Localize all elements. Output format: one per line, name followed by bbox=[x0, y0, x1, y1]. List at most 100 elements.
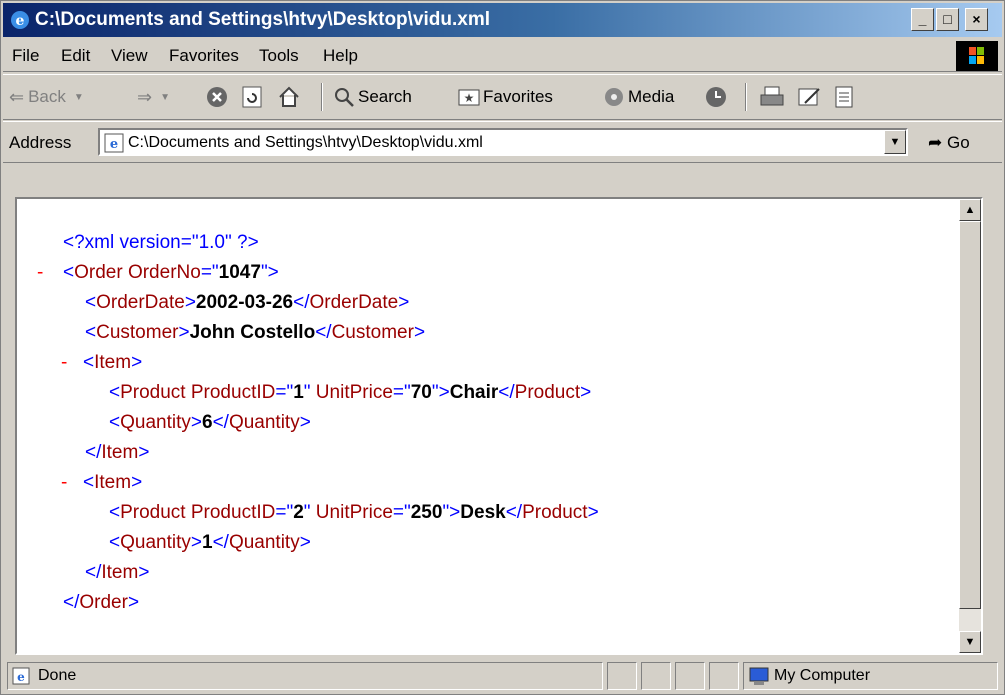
address-bar: Address e C:\Documents and Settings\htvy… bbox=[3, 121, 1002, 163]
menu-favorites[interactable]: Favorites bbox=[169, 46, 239, 66]
refresh-button[interactable] bbox=[241, 83, 263, 111]
chevron-down-icon: ▼ bbox=[964, 636, 976, 648]
go-label: Go bbox=[946, 133, 970, 152]
back-label: Back bbox=[28, 87, 66, 106]
chevron-down-icon: ▼ bbox=[73, 91, 84, 103]
address-dropdown-button[interactable]: ▼ bbox=[884, 130, 906, 154]
status-text: Done bbox=[38, 667, 77, 684]
svg-text:★: ★ bbox=[464, 91, 475, 105]
stop-button[interactable] bbox=[205, 83, 229, 111]
back-icon: ⇐ bbox=[9, 86, 25, 107]
xml-item-open: - <Item> bbox=[61, 469, 142, 497]
menu-view[interactable]: View bbox=[111, 46, 148, 66]
forward-button[interactable]: ⇒ ▼ bbox=[137, 83, 170, 111]
xml-item-close: </Item> bbox=[85, 442, 150, 463]
go-button[interactable]: ➦ Go bbox=[928, 133, 970, 153]
order-date: 2002-03-26 bbox=[195, 292, 294, 313]
windows-logo-icon bbox=[956, 41, 998, 71]
menu-tools[interactable]: Tools bbox=[259, 46, 299, 66]
status-zone: My Computer bbox=[743, 662, 998, 690]
go-arrow-icon: ➦ bbox=[928, 133, 943, 152]
customer-name: John Costello bbox=[189, 322, 316, 343]
menu-file[interactable]: File bbox=[12, 46, 39, 66]
address-label: Address bbox=[9, 133, 72, 152]
svg-text:e: e bbox=[16, 13, 25, 29]
address-value: C:\Documents and Settings\htvy\Desktop\v… bbox=[128, 134, 483, 151]
status-pane bbox=[709, 662, 739, 690]
status-bar: e Done My Computer bbox=[3, 659, 1002, 693]
ie-icon: e bbox=[104, 133, 124, 153]
maximize-button[interactable]: □ bbox=[936, 8, 959, 31]
chevron-down-icon: ▼ bbox=[160, 91, 170, 103]
stop-icon bbox=[207, 87, 227, 107]
favorites-label: Favorites bbox=[483, 87, 553, 106]
search-button[interactable]: Search bbox=[333, 83, 412, 111]
document-view: <?xml version="1.0" ?> - <Order OrderNo=… bbox=[15, 197, 983, 655]
scroll-thumb[interactable] bbox=[959, 221, 981, 609]
menu-help[interactable]: Help bbox=[323, 46, 358, 66]
collapse-toggle[interactable]: - bbox=[37, 259, 43, 287]
quantity-value: 6 bbox=[201, 412, 213, 433]
order-no: 1047 bbox=[218, 262, 261, 283]
refresh-icon bbox=[242, 86, 262, 108]
status-pane bbox=[675, 662, 705, 690]
unit-price: 70 bbox=[410, 382, 432, 403]
collapse-toggle[interactable]: - bbox=[61, 469, 67, 497]
product-name: Desk bbox=[460, 502, 506, 523]
menu-bar: File Edit View Favorites Tools Help bbox=[3, 39, 1002, 72]
computer-icon bbox=[749, 667, 769, 685]
xml-product: <Product ProductID="1" UnitPrice="70">Ch… bbox=[109, 382, 592, 403]
vertical-scrollbar[interactable]: ▲ ▼ bbox=[959, 199, 981, 653]
collapse-toggle[interactable]: - bbox=[61, 349, 67, 377]
unit-price: 250 bbox=[410, 502, 443, 523]
search-icon bbox=[335, 88, 354, 107]
back-button[interactable]: ⇐ Back ▼ bbox=[9, 83, 84, 111]
product-id: 2 bbox=[293, 502, 304, 523]
svg-text:e: e bbox=[110, 137, 118, 152]
scroll-up-button[interactable]: ▲ bbox=[959, 199, 981, 221]
ie-icon: e bbox=[12, 667, 30, 685]
edit-button[interactable] bbox=[797, 83, 823, 111]
forward-icon: ⇒ bbox=[137, 86, 153, 107]
status-pane bbox=[641, 662, 671, 690]
favorites-icon: ★ bbox=[458, 89, 480, 106]
minimize-button[interactable]: _ bbox=[911, 8, 934, 31]
xml-quantity: <Quantity>6</Quantity> bbox=[109, 412, 311, 433]
browser-window: e C:\Documents and Settings\htvy\Desktop… bbox=[0, 0, 1005, 695]
discuss-icon bbox=[835, 86, 853, 108]
xml-orderdate: <OrderDate>2002-03-26</OrderDate> bbox=[85, 292, 410, 313]
favorites-button[interactable]: ★ Favorites bbox=[458, 83, 553, 111]
zone-label: My Computer bbox=[774, 667, 871, 684]
media-icon bbox=[605, 88, 623, 106]
xml-order-open: - <Order OrderNo="1047"> bbox=[37, 259, 279, 287]
media-label: Media bbox=[628, 87, 675, 106]
menu-edit[interactable]: Edit bbox=[61, 46, 90, 66]
status-pane bbox=[607, 662, 637, 690]
print-button[interactable] bbox=[759, 83, 785, 111]
xml-quantity: <Quantity>1</Quantity> bbox=[109, 532, 311, 553]
search-label: Search bbox=[358, 87, 412, 106]
history-icon bbox=[706, 87, 726, 107]
product-id: 1 bbox=[293, 382, 304, 403]
xml-item-open: - <Item> bbox=[61, 349, 142, 377]
xml-declaration: <?xml version="1.0" ?> bbox=[63, 232, 259, 253]
scroll-down-button[interactable]: ▼ bbox=[959, 631, 981, 653]
chevron-up-icon: ▲ bbox=[964, 204, 976, 216]
window-title: C:\Documents and Settings\htvy\Desktop\v… bbox=[35, 9, 491, 30]
media-button[interactable]: Media bbox=[603, 83, 674, 111]
product-name: Chair bbox=[449, 382, 499, 403]
title-bar[interactable]: e C:\Documents and Settings\htvy\Desktop… bbox=[3, 3, 1002, 37]
ie-icon: e bbox=[11, 11, 29, 29]
toolbar: ⇐ Back ▼ ⇒ ▼ Search ★ Favorites Media bbox=[3, 74, 1002, 120]
home-button[interactable] bbox=[277, 83, 301, 111]
discuss-button[interactable] bbox=[833, 83, 855, 111]
address-input[interactable]: e C:\Documents and Settings\htvy\Desktop… bbox=[98, 128, 908, 156]
edit-icon bbox=[798, 88, 820, 106]
xml-tree: <?xml version="1.0" ?> - <Order OrderNo=… bbox=[17, 199, 961, 653]
quantity-value: 1 bbox=[201, 532, 213, 553]
status-pane-main: e Done bbox=[7, 662, 603, 690]
history-button[interactable] bbox=[703, 83, 729, 111]
xml-item-close: </Item> bbox=[85, 562, 150, 583]
chevron-down-icon: ▼ bbox=[889, 136, 901, 148]
close-button[interactable]: × bbox=[965, 8, 988, 31]
